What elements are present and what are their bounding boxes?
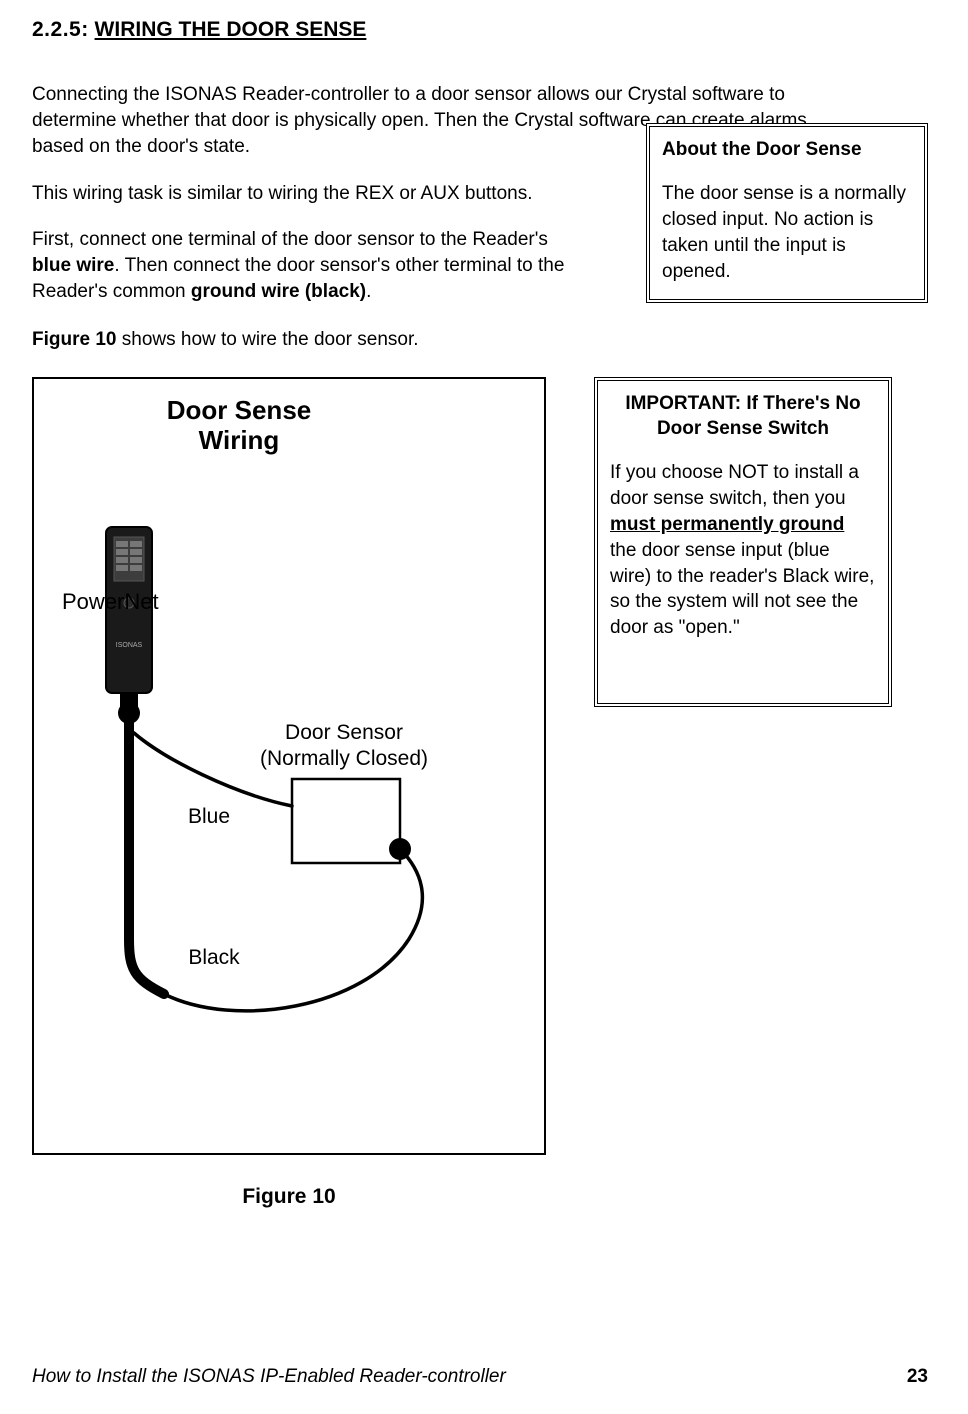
svg-text:ISONAS: ISONAS	[116, 642, 143, 649]
callout1-title: About the Door Sense	[662, 137, 912, 163]
figure-ref: Figure 10	[32, 329, 116, 350]
figure-row: Door Sense Wiring	[32, 377, 928, 1209]
callout2-title: IMPORTANT: If There's No Door Sense Swit…	[610, 391, 876, 443]
section-title: WIRING THE DOOR SENSE	[95, 18, 367, 41]
door-sensor-label-2: (Normally Closed)	[260, 747, 428, 770]
intro-text-2a: First, connect one terminal of the door …	[32, 229, 548, 250]
page-footer: How to Install the ISONAS IP-Enabled Rea…	[32, 1366, 928, 1388]
intro-text-1b: This wiring task is similar to wiring th…	[32, 183, 533, 204]
intro-paragraph-2: First, connect one terminal of the door …	[32, 227, 592, 304]
powernet-label: PowerNet	[62, 589, 159, 614]
intro-text-3b: shows how to wire the door sensor.	[116, 329, 418, 350]
callout1-body: The door sense is a normally closed inpu…	[662, 181, 912, 284]
callout2-body: If you choose NOT to install a door sens…	[610, 460, 876, 641]
ground-wire-label: ground wire (black)	[191, 281, 366, 302]
black-wire-diagram-label: Black	[188, 946, 240, 969]
intro-paragraph-1b: This wiring task is similar to wiring th…	[32, 181, 592, 207]
intro-column-left: This wiring task is similar to wiring th…	[32, 123, 632, 368]
callout-column-1: About the Door Sense The door sense is a…	[646, 123, 928, 302]
blue-wire-label: blue wire	[32, 255, 114, 276]
section-number: 2.2.5:	[32, 18, 89, 41]
callout2-body-a: If you choose NOT to install a door sens…	[610, 462, 859, 509]
section-heading: 2.2.5: WIRING THE DOOR SENSE	[32, 18, 928, 42]
important-no-door-sense-callout: IMPORTANT: If There's No Door Sense Swit…	[594, 377, 892, 707]
callout2-body-b: must permanently ground	[610, 514, 844, 535]
diagram-title-line1: Door Sense	[167, 395, 312, 425]
page: 2.2.5: WIRING THE DOOR SENSE Connecting …	[0, 0, 968, 1414]
page-number: 23	[907, 1366, 928, 1388]
figure-10-box: Door Sense Wiring	[32, 377, 546, 1155]
callout2-body-c: the door sense input (blue wire) to the …	[610, 540, 874, 638]
callout-column-2: IMPORTANT: If There's No Door Sense Swit…	[594, 377, 892, 707]
figure-caption: Figure 10	[32, 1185, 546, 1209]
door-sense-diagram: Door Sense Wiring	[34, 379, 544, 1153]
door-sensor-label-1: Door Sensor	[285, 721, 403, 744]
footer-title: How to Install the ISONAS IP-Enabled Rea…	[32, 1366, 506, 1388]
blue-wire-diagram-label: Blue	[188, 805, 230, 828]
about-door-sense-callout: About the Door Sense The door sense is a…	[646, 123, 928, 302]
intro-text-2e: .	[366, 281, 371, 302]
diagram-title-line2: Wiring	[199, 425, 280, 455]
intro-paragraph-3: Figure 10 shows how to wire the door sen…	[32, 327, 592, 353]
figure-wrap: Door Sense Wiring	[32, 377, 546, 1209]
content-row-2: This wiring task is similar to wiring th…	[32, 123, 928, 368]
